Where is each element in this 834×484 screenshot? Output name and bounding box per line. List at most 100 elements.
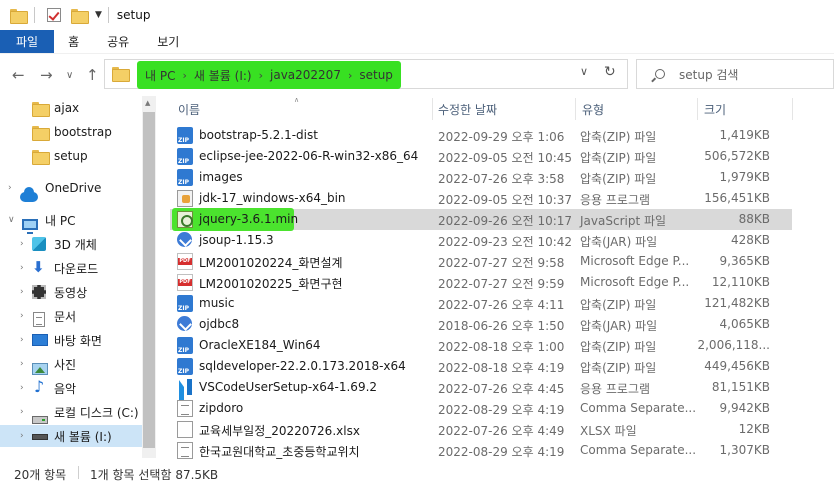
properties-icon[interactable] [47, 8, 61, 22]
tab-file[interactable]: 파일 [0, 30, 55, 53]
file-date: 2022-09-23 오전 10:42 [438, 235, 573, 249]
table-row[interactable]: LM2001020225_화면구현 2022-07-27 오전 9:59 Micro… [170, 272, 792, 293]
sidebar-item-ajax[interactable]: ajax [0, 97, 140, 119]
file-size: 1,307KB [719, 443, 770, 457]
chevron-right-icon[interactable]: › [8, 183, 12, 193]
file-name: VSCodeUserSetup-x64-1.69.2 [199, 380, 378, 394]
breadcrumb-item[interactable]: java202207 [270, 68, 341, 82]
column-header-type[interactable]: 유형 [582, 101, 604, 118]
tab-share[interactable]: 공유 [93, 30, 143, 53]
file-date: 2022-07-27 오전 9:58 [438, 256, 565, 270]
table-row[interactable]: VSCodeUserSetup-x64-1.69.2 2022-07-26 오후 … [170, 377, 792, 408]
file-name: music [199, 296, 235, 310]
table-row[interactable]: images 2022-07-26 오후 3:58 압축(ZIP) 파일 1,979K… [170, 167, 792, 188]
recent-locations-icon[interactable]: ∨ [66, 70, 73, 81]
chevron-right-icon[interactable]: › [20, 431, 24, 441]
sort-up-icon: ∧ [294, 96, 300, 104]
chevron-right-icon[interactable]: › [20, 287, 24, 297]
sidebar-item-pictures[interactable]: › 사진 [0, 353, 140, 375]
nav-scrollbar-thumb[interactable] [143, 112, 155, 448]
chevron-right-icon[interactable]: › [20, 407, 24, 417]
chevron-down-icon[interactable]: ∨ [580, 65, 588, 78]
sidebar-item-desktop[interactable]: › 바탕 화면 [0, 329, 140, 351]
up-arrow-icon[interactable]: ↑ [86, 66, 99, 84]
table-row[interactable]: LM2001020224_화면설계 2022-07-27 오전 9:58 Micro… [170, 251, 792, 272]
file-size: 9,942KB [719, 401, 770, 415]
sidebar-item-documents[interactable]: › 문서 [0, 305, 140, 327]
chevron-right-icon[interactable]: › [20, 359, 24, 369]
back-arrow-icon[interactable]: ← [12, 66, 25, 84]
sidebar-item-label: 3D 개체 [54, 237, 97, 252]
file-name: 교육세부일정_20220726.xlsx [199, 424, 360, 438]
file-name: jsoup-1.15.3 [199, 233, 274, 247]
chevron-right-icon[interactable]: › [20, 263, 24, 273]
sidebar-item-bootstrap[interactable]: bootstrap [0, 121, 140, 143]
table-row[interactable]: sqldeveloper-22.2.0.173.2018-x64 2022-08-… [170, 356, 792, 377]
table-row[interactable]: jdk-17_windows-x64_bin 2022-09-05 오전 10:3… [170, 188, 792, 209]
customize-quick-access-icon[interactable]: ▼ [95, 10, 102, 20]
chevron-right-icon[interactable]: › [20, 239, 24, 249]
column-header-name[interactable]: 이름 [178, 101, 200, 118]
column-header-size[interactable]: 크기 [704, 101, 726, 118]
folder-icon [32, 149, 50, 165]
file-size: 2,006,118... [697, 338, 770, 352]
file-type: 압축(ZIP) 파일 [580, 340, 657, 354]
sidebar-item-volume-i[interactable]: › 새 볼륨 (I:) [0, 425, 142, 447]
sidebar-item-label: 새 볼륨 (I:) [54, 429, 112, 444]
chevron-right-icon[interactable]: › [20, 335, 24, 345]
column-divider[interactable] [697, 98, 698, 120]
table-row[interactable]: bootstrap-5.2.1-dist 2022-09-29 오후 1:06 압축… [170, 125, 792, 146]
table-row[interactable]: eclipse-jee-2022-06-R-win32-x86_64 2022-0… [170, 146, 792, 167]
column-divider[interactable] [432, 98, 433, 120]
chevron-right-icon[interactable]: › [20, 383, 24, 393]
breadcrumb-item[interactable]: 새 볼륨 (I:) [194, 67, 252, 84]
chevron-right-icon[interactable]: › [20, 311, 24, 321]
table-row[interactable]: jsoup-1.15.3 2022-09-23 오전 10:42 압축(JAR) 파… [170, 230, 792, 251]
breadcrumb[interactable]: 내 PC › 새 볼륨 (I:) › java202207 › setup [137, 61, 401, 89]
table-row[interactable]: 한국교원대학교_초중등학교위치 2022-08-29 오후 4:19 Comma S… [170, 440, 792, 461]
file-name: zipdoro [199, 401, 244, 415]
refresh-icon[interactable]: ↻ [604, 64, 616, 80]
sidebar-item-local-disk[interactable]: › 로컬 디스크 (C:) [0, 401, 140, 424]
file-name: jquery-3.6.1.min [199, 212, 299, 226]
toolbar-divider [34, 7, 35, 23]
column-divider[interactable] [575, 98, 576, 120]
sidebar-item-onedrive[interactable]: › OneDrive [0, 177, 140, 202]
column-divider[interactable] [792, 98, 793, 120]
file-size: 428KB [730, 233, 770, 247]
folder-icon [32, 101, 50, 117]
file-type: Microsoft Edge P... [580, 254, 690, 268]
file-type: Microsoft Edge P... [580, 275, 690, 289]
file-type: 압축(JAR) 파일 [580, 319, 658, 333]
tab-view[interactable]: 보기 [143, 30, 193, 53]
sidebar-item-setup[interactable]: setup [0, 145, 140, 167]
table-row[interactable]: zipdoro 2022-08-29 오후 4:19 Comma Separate.… [170, 398, 792, 419]
table-row[interactable]: ojdbc8 2018-06-26 오후 1:50 압축(JAR) 파일 4,065K… [170, 314, 792, 335]
sidebar-item-3d-objects[interactable]: › 3D 개체 [0, 233, 140, 255]
search-input[interactable]: setup 검색 [636, 59, 834, 89]
zip-file-icon [177, 169, 193, 186]
toolbar-divider [107, 7, 109, 23]
table-row[interactable]: 교육세부일정_20220726.xlsx 2022-07-26 오후 4:49 XL… [170, 419, 792, 440]
sidebar-item-music[interactable]: › ♪ 음악 [0, 377, 140, 399]
sidebar-item-this-pc[interactable]: ∨ 내 PC [0, 209, 140, 234]
table-row[interactable]: music 2022-07-26 오후 4:11 압축(ZIP) 파일 121,482… [170, 293, 792, 314]
new-folder-icon[interactable] [71, 8, 89, 24]
column-header-date[interactable]: 수정한 날짜 [438, 101, 497, 118]
file-size: 88KB [738, 212, 770, 226]
file-date: 2018-06-26 오후 1:50 [438, 319, 565, 333]
txt-file-icon [177, 442, 193, 459]
sidebar-item-label: bootstrap [54, 125, 112, 139]
xlsx-file-icon [177, 421, 193, 438]
sidebar-item-videos[interactable]: › 동영상 [0, 281, 140, 303]
sidebar-item-downloads[interactable]: › ⬇ 다운로드 [0, 257, 140, 279]
breadcrumb-item[interactable]: 내 PC [145, 67, 175, 84]
chevron-down-icon[interactable]: ∨ [8, 215, 15, 225]
breadcrumb-item[interactable]: setup [359, 68, 393, 82]
forward-arrow-icon[interactable]: → [40, 66, 53, 84]
table-row[interactable]: jquery-3.6.1.min 2022-09-26 오전 10:17 JavaS… [170, 208, 792, 231]
tab-home[interactable]: 홈 [54, 30, 93, 53]
table-row[interactable]: OracleXE184_Win64 2022-08-18 오후 1:00 압축(ZI… [170, 335, 792, 356]
scroll-up-icon[interactable]: ▲ [145, 99, 150, 107]
search-icon [655, 69, 665, 79]
